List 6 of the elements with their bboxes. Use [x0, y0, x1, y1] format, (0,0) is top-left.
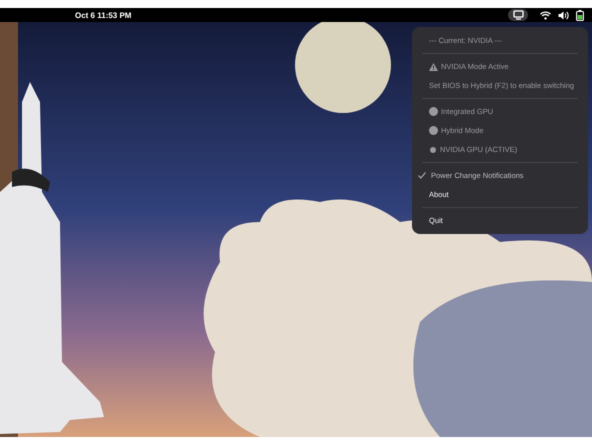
volume-icon[interactable]	[558, 10, 569, 20]
wifi-icon[interactable]	[540, 10, 551, 20]
monitor-tray-button[interactable]	[508, 9, 528, 21]
warning-icon	[429, 62, 438, 70]
battery-icon[interactable]	[576, 10, 584, 20]
clock[interactable]: Oct 6 11:53 PM	[75, 10, 132, 20]
